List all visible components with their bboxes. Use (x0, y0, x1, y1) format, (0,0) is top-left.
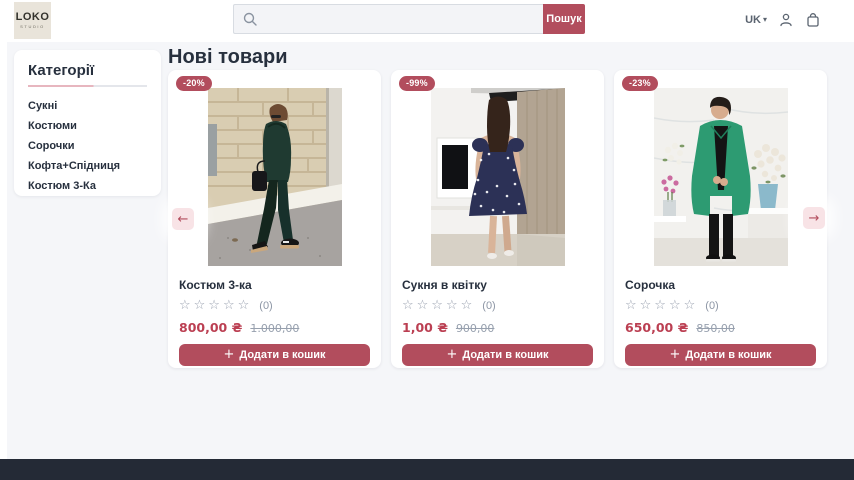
person-icon[interactable] (778, 12, 794, 28)
rating-count: (0) (482, 300, 495, 312)
search-bar: Пошук (233, 4, 585, 34)
discount-badge: -23% (622, 76, 658, 91)
header-actions: UK ▾ (745, 0, 821, 40)
star-icons: ☆☆☆☆☆ (179, 299, 252, 312)
storefront-page: LOKO STUDIO Пошук UK ▾ Категорії (0, 0, 854, 480)
categories-panel: Категорії Сукні Костюми Сорочки Кофта+Сп… (14, 50, 161, 196)
star-icons: ☆☆☆☆☆ (402, 299, 475, 312)
page-title: Нові товари (168, 46, 287, 69)
arrow-right-icon: → (809, 211, 820, 226)
price-row: 650,00 ₴ 850,00 (625, 320, 816, 335)
plus-icon: + (446, 348, 457, 361)
rating-count: (0) (705, 300, 718, 312)
product-card: -99% (391, 70, 604, 368)
plus-icon: + (669, 348, 680, 361)
old-price: 1.000,00 (250, 322, 299, 335)
star-icons: ☆☆☆☆☆ (625, 299, 698, 312)
product-info: Костюм 3-ка ☆☆☆☆☆ (0) 800,00 ₴ 1.000,00 … (168, 266, 381, 366)
discount-badge: -99% (399, 76, 435, 91)
product-image[interactable] (431, 88, 565, 266)
logo-subtext: STUDIO (20, 25, 45, 29)
old-price: 900,00 (456, 322, 495, 335)
rating-row: ☆☆☆☆☆ (0) (179, 299, 370, 312)
add-to-cart-button[interactable]: + Додати в кошик (625, 344, 816, 366)
price-row: 1,00 ₴ 900,00 (402, 320, 593, 335)
product-photo-shirt (654, 88, 788, 266)
categories-divider (28, 85, 147, 87)
add-to-cart-label: Додати в кошик (685, 349, 771, 361)
product-image[interactable] (654, 88, 788, 266)
product-title[interactable]: Сукня в квітку (402, 279, 593, 292)
add-to-cart-button[interactable]: + Додати в кошик (179, 344, 370, 366)
search-input[interactable] (233, 4, 543, 34)
logo[interactable]: LOKO STUDIO (14, 2, 51, 39)
product-card: -20% (168, 70, 381, 368)
sidebar-item-shirts[interactable]: Сорочки (28, 136, 147, 156)
language-selector[interactable]: UK ▾ (745, 14, 767, 26)
product-title[interactable]: Костюм 3-ка (179, 279, 370, 292)
sidebar-item-suit-3piece[interactable]: Костюм 3-Ка (28, 176, 147, 196)
product-card: -23% (614, 70, 827, 368)
product-photo-suit-3piece (208, 88, 342, 266)
sidebar-item-dresses[interactable]: Сукні (28, 96, 147, 116)
add-to-cart-label: Додати в кошик (462, 349, 548, 361)
arrow-left-icon: ← (178, 212, 189, 227)
language-code: UK (745, 14, 761, 26)
sidebar-item-sweater-skirt[interactable]: Кофта+Спідниця (28, 156, 147, 176)
product-photo-flower-dress (431, 88, 565, 266)
old-price: 850,00 (696, 322, 735, 335)
carousel-prev-button[interactable]: ← (172, 208, 194, 230)
add-to-cart-label: Додати в кошик (239, 349, 325, 361)
price-row: 800,00 ₴ 1.000,00 (179, 320, 370, 335)
logo-text: LOKO (16, 12, 50, 23)
rating-count: (0) (259, 300, 272, 312)
categories-list: Сукні Костюми Сорочки Кофта+Спідниця Кос… (28, 96, 147, 196)
product-info: Сукня в квітку ☆☆☆☆☆ (0) 1,00 ₴ 900,00 +… (391, 266, 604, 366)
product-info: Сорочка ☆☆☆☆☆ (0) 650,00 ₴ 850,00 + Дода… (614, 266, 827, 366)
product-title[interactable]: Сорочка (625, 279, 816, 292)
chevron-down-icon: ▾ (763, 16, 767, 24)
search-button[interactable]: Пошук (543, 4, 585, 34)
rating-row: ☆☆☆☆☆ (0) (402, 299, 593, 312)
plus-icon: + (223, 348, 234, 361)
categories-title: Категорії (28, 62, 147, 79)
discount-badge: -20% (176, 76, 212, 91)
carousel-next-button[interactable]: → (803, 207, 825, 229)
sidebar-item-suits[interactable]: Костюми (28, 116, 147, 136)
product-image[interactable] (208, 88, 342, 266)
current-price: 650,00 ₴ (625, 320, 688, 335)
rating-row: ☆☆☆☆☆ (0) (625, 299, 816, 312)
footer-bar (0, 459, 854, 480)
add-to-cart-button[interactable]: + Додати в кошик (402, 344, 593, 366)
current-price: 1,00 ₴ (402, 320, 448, 335)
current-price: 800,00 ₴ (179, 320, 242, 335)
bag-icon[interactable] (805, 12, 821, 28)
